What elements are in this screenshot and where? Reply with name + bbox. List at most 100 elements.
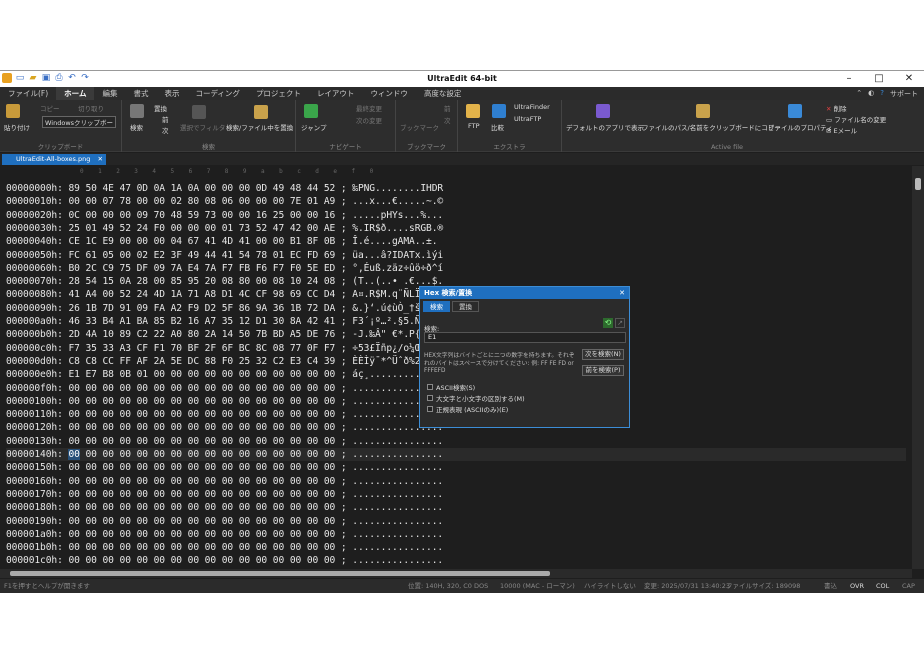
ultrafinder-button[interactable]: UltraFinder xyxy=(514,103,550,111)
table-row[interactable]: 00000180h: 00 00 00 00 00 00 00 00 00 00… xyxy=(6,501,443,514)
row-ascii[interactable]: %.IR$ð....sRGB.® xyxy=(352,223,443,234)
row-ascii[interactable]: ................ xyxy=(352,542,443,553)
history-icon[interactable]: ⟲ xyxy=(603,318,613,328)
row-ascii[interactable]: ................ xyxy=(352,462,443,473)
row-ascii[interactable]: °,Éuß.zäz÷ûö÷ð^í xyxy=(352,263,443,274)
table-row[interactable]: 000001b0h: 00 00 00 00 00 00 00 00 00 00… xyxy=(6,541,443,554)
close-tab-icon[interactable]: ✕ xyxy=(98,154,103,165)
menu-tab[interactable]: ファイル(F) xyxy=(0,87,56,100)
table-row[interactable]: 00000040h: CE 1C E9 00 00 00 04 67 41 4D… xyxy=(6,235,438,248)
row-ascii[interactable]: ................ xyxy=(352,449,443,460)
next-change-button[interactable]: 次の変更 xyxy=(356,115,382,125)
ftp-button[interactable]: FTP xyxy=(468,122,480,130)
status-line-ending[interactable]: DOS xyxy=(474,579,488,593)
default-app-button[interactable]: デフォルトのアプリで表示 xyxy=(566,122,644,132)
collapse-ribbon-icon[interactable]: ⌃ xyxy=(856,89,862,99)
row-hex[interactable]: 41 A4 00 52 24 4D 1A 71 A8 D1 4C CF 98 6… xyxy=(68,289,335,300)
option-regex[interactable]: 正規表現 (ASCIIのみ)(E) xyxy=(427,404,508,414)
status-write-mode[interactable]: 書込 xyxy=(824,579,837,593)
row-hex[interactable]: 0C 00 00 00 09 70 48 59 73 00 00 16 25 0… xyxy=(68,210,335,221)
row-ascii[interactable]: ................ xyxy=(352,555,443,566)
table-row[interactable]: 00000080h: 41 A4 00 52 24 4D 1A 71 A8 D1… xyxy=(6,288,443,301)
dialog-close-icon[interactable]: ✕ xyxy=(619,287,625,299)
row-hex[interactable]: F7 35 33 A3 CF F1 70 BF 2F 6F BC 8C 08 7… xyxy=(68,343,335,354)
find-in-files-button[interactable]: 検索/ファイル中を置換 xyxy=(226,122,293,132)
table-row[interactable]: 00000150h: 00 00 00 00 00 00 00 00 00 00… xyxy=(6,461,443,474)
table-row[interactable]: 00000020h: 0C 00 00 00 09 70 48 59 73 00… xyxy=(6,209,443,222)
menu-tab[interactable]: 書式 xyxy=(125,87,156,100)
bookmark-prev-button[interactable]: 前 xyxy=(444,103,451,113)
menu-tab[interactable]: レイアウト xyxy=(309,87,363,100)
row-hex[interactable]: 25 01 49 52 24 F0 00 00 00 01 73 52 47 4… xyxy=(68,223,335,234)
table-row[interactable]: 00000170h: 00 00 00 00 00 00 00 00 00 00… xyxy=(6,488,443,501)
row-ascii[interactable]: ................ xyxy=(352,436,443,447)
row-hex[interactable]: E1 E7 B8 0B 01 00 00 00 00 00 00 00 00 0… xyxy=(68,369,335,380)
status-col[interactable]: COL xyxy=(876,579,889,593)
table-row[interactable]: 00000030h: 25 01 49 52 24 F0 00 00 00 01… xyxy=(6,222,443,235)
table-row[interactable]: 00000160h: 00 00 00 00 00 00 00 00 00 00… xyxy=(6,475,443,488)
row-hex[interactable]: 00 00 00 00 00 00 00 00 00 00 00 00 00 0… xyxy=(68,409,335,420)
table-row[interactable]: 00000010h: 00 00 07 78 00 00 02 80 08 06… xyxy=(6,195,443,208)
row-ascii[interactable]: ................ xyxy=(352,476,443,487)
row-hex[interactable]: 46 33 B4 A1 BA 85 B2 16 A7 35 12 D1 30 8… xyxy=(68,316,335,327)
row-ascii[interactable]: .....pHYs...%... xyxy=(352,210,443,221)
prev-button[interactable]: 前 xyxy=(162,114,169,124)
row-hex[interactable]: 00 00 00 00 00 00 00 00 00 00 00 00 00 0… xyxy=(68,542,335,553)
paste-label[interactable]: 貼り付け xyxy=(4,122,30,132)
dialog-tab-replace[interactable]: 置換 xyxy=(452,301,479,312)
row-hex[interactable]: 2D 4A 10 89 C2 22 A0 80 2A 14 50 7B BD A… xyxy=(68,329,335,340)
table-row[interactable]: 00000110h: 00 00 00 00 00 00 00 00 00 00… xyxy=(6,408,443,421)
expand-icon[interactable]: ↗ xyxy=(615,318,625,328)
help-icon[interactable]: ? xyxy=(880,89,884,99)
table-row[interactable]: 00000090h: 26 1B 7D 91 09 FA A2 F9 D2 5F… xyxy=(6,302,443,315)
table-row[interactable]: 000001c0h: 00 00 00 00 00 00 00 00 00 00… xyxy=(6,554,443,567)
row-hex[interactable]: 00 00 00 00 00 00 00 00 00 00 00 00 00 0… xyxy=(68,555,335,566)
table-row[interactable]: 00000000h: 89 50 4E 47 0D 0A 1A 0A 00 00… xyxy=(6,182,443,195)
horizontal-scroll-thumb[interactable] xyxy=(10,571,550,576)
status-encoding[interactable]: 10000 (MAC - ローマン) xyxy=(500,579,575,593)
table-row[interactable]: 000000a0h: 46 33 B4 A1 BA 85 B2 16 A7 35… xyxy=(6,315,443,328)
support-link[interactable]: サポート xyxy=(890,89,918,99)
vertical-scrollbar[interactable] xyxy=(912,166,924,569)
find-next-button[interactable]: 次を検索(N) xyxy=(582,349,624,360)
cursor-byte[interactable]: 00 xyxy=(68,449,80,460)
row-hex[interactable]: 00 00 00 00 00 00 00 00 00 00 00 00 00 0… xyxy=(68,529,335,540)
menu-tab[interactable]: ホーム xyxy=(56,87,95,100)
row-hex[interactable]: 00 00 00 00 00 00 00 00 00 00 00 00 00 0… xyxy=(68,502,335,513)
status-ovr[interactable]: OVR xyxy=(850,579,864,593)
row-hex[interactable]: C8 C8 CC FF AF 2A 5E DC 88 F0 25 32 C2 E… xyxy=(68,356,335,367)
status-highlight[interactable]: ハイライトしない xyxy=(584,579,636,593)
jump-button[interactable]: ジャンプ xyxy=(301,122,326,132)
row-ascii[interactable]: üa...â?IDATx.ìýi xyxy=(352,250,443,261)
menu-tab[interactable]: 高度な設定 xyxy=(416,87,470,100)
menu-tab[interactable]: コーディング xyxy=(187,87,247,100)
filter-button[interactable]: 選択でフィルタ xyxy=(180,122,225,132)
table-row[interactable]: 00000190h: 00 00 00 00 00 00 00 00 00 00… xyxy=(6,515,443,528)
row-hex[interactable]: 00 00 00 00 00 00 00 00 00 00 00 00 00 0… xyxy=(68,383,335,394)
row-hex[interactable]: 28 54 15 0A 28 00 85 95 20 08 80 00 08 1… xyxy=(68,276,335,287)
close-button[interactable]: ✕ xyxy=(894,71,924,87)
row-hex[interactable]: 00 00 00 00 00 00 00 00 00 00 00 00 00 0… xyxy=(68,476,335,487)
row-hex[interactable]: 00 00 00 00 00 00 00 00 00 00 00 00 00 0… xyxy=(68,462,335,473)
table-row[interactable]: 00000060h: B0 2C C9 75 DF 09 7A E4 7A F7… xyxy=(6,262,443,275)
next-button[interactable]: 次 xyxy=(162,125,169,135)
row-ascii[interactable]: ................ xyxy=(352,502,443,513)
rename-button[interactable]: ▭ ファイル名の変更 xyxy=(826,114,886,124)
menu-tab[interactable]: 表示 xyxy=(156,87,187,100)
find-prev-button[interactable]: 前を検索(P) xyxy=(582,365,624,376)
row-ascii[interactable]: ................ xyxy=(352,529,443,540)
checkbox-icon[interactable] xyxy=(427,395,433,401)
row-hex[interactable]: 00 00 00 00 00 00 00 00 00 00 00 00 00 0… xyxy=(68,516,335,527)
table-row[interactable]: 00000070h: 28 54 15 0A 28 00 85 95 20 08… xyxy=(6,275,443,288)
paste-button[interactable] xyxy=(6,104,20,120)
row-hex[interactable]: 00 00 00 00 00 00 00 00 00 00 00 00 00 0… xyxy=(68,449,335,460)
row-ascii[interactable]: ................ xyxy=(352,489,443,500)
row-hex[interactable]: B0 2C C9 75 DF 09 7A E4 7A F7 FB F6 F7 F… xyxy=(68,263,335,274)
row-hex[interactable]: 89 50 4E 47 0D 0A 1A 0A 00 00 00 0D 49 4… xyxy=(68,183,335,194)
vertical-scroll-thumb[interactable] xyxy=(915,178,921,190)
menu-tab[interactable]: プロジェクト xyxy=(248,87,309,100)
bookmark-button[interactable]: ブックマーク xyxy=(400,122,439,132)
row-hex[interactable]: 26 1B 7D 91 09 FA A2 F9 D2 5F 86 9A 36 1… xyxy=(68,303,335,314)
row-ascii[interactable]: ...x...€.....~.© xyxy=(352,196,443,207)
table-row[interactable]: 00000130h: 00 00 00 00 00 00 00 00 00 00… xyxy=(6,435,443,448)
